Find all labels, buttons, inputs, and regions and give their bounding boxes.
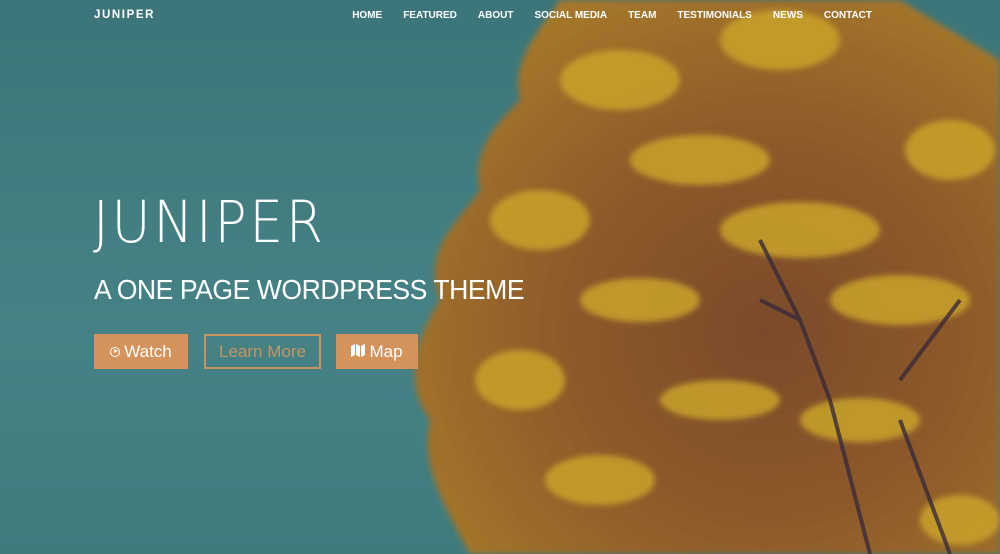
hero-title: JUNIPER <box>93 188 326 256</box>
learn-more-button[interactable]: Learn More <box>204 334 321 369</box>
nav-menu: HOME FEATURED ABOUT SOCIAL MEDIA TEAM TE… <box>331 10 872 21</box>
nav-item-featured[interactable]: FEATURED <box>403 10 457 21</box>
nav-item-news[interactable]: NEWS <box>773 10 803 21</box>
nav-item-testimonials[interactable]: TESTIMONIALS <box>677 10 751 21</box>
nav-item-home[interactable]: HOME <box>352 10 382 21</box>
hero-buttons: Watch Learn More Map <box>94 334 418 369</box>
nav-item-team[interactable]: TEAM <box>628 10 656 21</box>
map-button-label: Map <box>369 341 403 361</box>
nav-item-social-media[interactable]: SOCIAL MEDIA <box>534 10 607 21</box>
nav-item-contact[interactable]: CONTACT <box>824 10 872 21</box>
watch-button[interactable]: Watch <box>94 334 188 369</box>
watch-button-label: Watch <box>124 341 172 361</box>
top-navigation: JUNIPER HOME FEATURED ABOUT SOCIAL MEDIA… <box>0 0 1000 32</box>
map-icon <box>351 342 366 362</box>
map-button[interactable]: Map <box>336 334 418 369</box>
site-logo[interactable]: JUNIPER <box>94 9 155 21</box>
hero-subtitle: A ONE PAGE WORDPRESS THEME <box>94 274 525 305</box>
learn-more-button-label: Learn More <box>219 341 306 361</box>
play-circle-icon <box>110 346 121 357</box>
nav-item-about[interactable]: ABOUT <box>478 10 514 21</box>
